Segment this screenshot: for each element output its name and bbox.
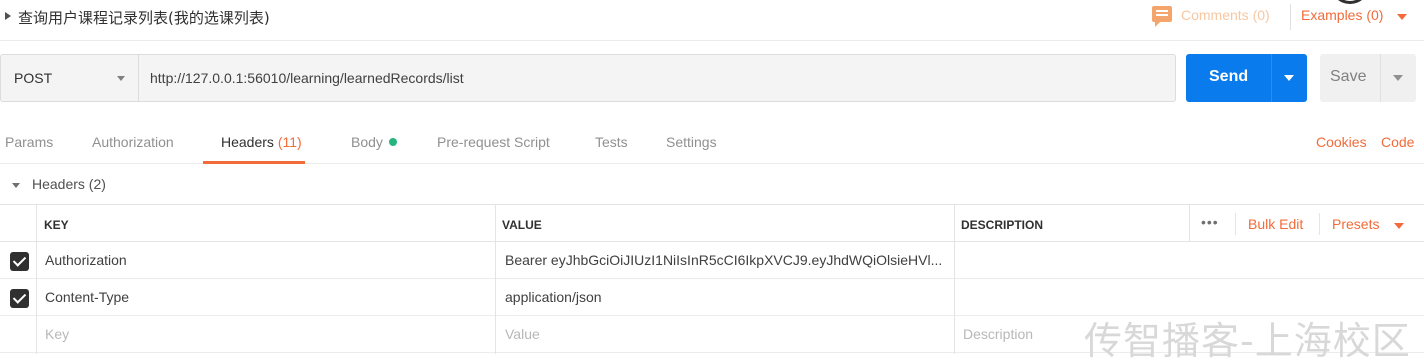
column-divider bbox=[495, 204, 496, 354]
tab-headers[interactable]: Headers (11) bbox=[221, 134, 302, 150]
description-input[interactable]: Description bbox=[963, 326, 1063, 342]
tab-pre-request-script[interactable]: Pre-request Script bbox=[437, 134, 550, 150]
table-header-row: KEY VALUE DESCRIPTION ••• Bulk Edit Pres… bbox=[0, 204, 1424, 242]
presets-dropdown[interactable]: Presets bbox=[1332, 216, 1379, 232]
comments-link[interactable]: Comments (0) bbox=[1181, 7, 1270, 23]
request-tabs: Params Authorization Headers (11) Body P… bbox=[0, 124, 1424, 164]
headers-section-title[interactable]: Headers (2) bbox=[32, 176, 106, 192]
column-divider bbox=[1189, 204, 1190, 242]
method-select[interactable]: POST bbox=[0, 54, 138, 102]
checkbox-checked-icon[interactable] bbox=[10, 289, 29, 308]
url-value: http://127.0.0.1:56010/learning/learnedR… bbox=[150, 70, 464, 86]
tab-body[interactable]: Body bbox=[351, 134, 397, 150]
bulk-edit-button[interactable]: Bulk Edit bbox=[1248, 216, 1303, 232]
url-input[interactable]: http://127.0.0.1:56010/learning/learnedR… bbox=[138, 54, 1176, 102]
divider bbox=[1380, 54, 1381, 102]
tab-authorization[interactable]: Authorization bbox=[92, 134, 174, 150]
request-name[interactable]: 查询用户课程记录列表(我的选课列表) bbox=[18, 7, 270, 28]
header-key-cell[interactable]: Content-Type bbox=[45, 289, 485, 305]
save-label: Save bbox=[1330, 68, 1367, 85]
divider bbox=[1319, 213, 1320, 235]
save-button[interactable]: Save bbox=[1320, 54, 1416, 102]
tab-params[interactable]: Params bbox=[5, 134, 53, 150]
value-input[interactable]: Value bbox=[505, 326, 950, 342]
tab-headers-count: (11) bbox=[277, 134, 302, 150]
tab-settings[interactable]: Settings bbox=[666, 134, 717, 150]
column-header-value: VALUE bbox=[502, 218, 542, 232]
chevron-down-icon bbox=[117, 76, 125, 81]
divider bbox=[1271, 54, 1272, 102]
header-value-cell[interactable]: application/json bbox=[505, 289, 950, 305]
send-button[interactable]: Send bbox=[1186, 54, 1307, 102]
header-value-cell[interactable]: Bearer eyJhbGciOiJIUzI1NiIsInR5cCI6IkpXV… bbox=[505, 252, 950, 268]
send-label: Send bbox=[1209, 68, 1249, 85]
divider bbox=[1235, 213, 1236, 235]
body-status-dot-icon bbox=[388, 138, 397, 146]
code-link[interactable]: Code bbox=[1381, 134, 1414, 150]
avatar[interactable] bbox=[1330, 0, 1370, 4]
divider bbox=[0, 40, 1424, 41]
tab-tests[interactable]: Tests bbox=[595, 134, 628, 150]
tab-body-label: Body bbox=[351, 134, 383, 150]
caret-right-icon[interactable] bbox=[5, 12, 11, 20]
method-label: POST bbox=[14, 70, 53, 86]
chevron-down-icon[interactable] bbox=[1397, 14, 1407, 20]
more-options-icon[interactable]: ••• bbox=[1201, 214, 1219, 230]
checkbox-checked-icon[interactable] bbox=[10, 252, 29, 271]
column-header-key: KEY bbox=[44, 218, 69, 232]
key-input[interactable]: Key bbox=[45, 326, 485, 342]
request-title-bar: 查询用户课程记录列表(我的选课列表) Comments (0) Examples… bbox=[0, 0, 1424, 38]
chevron-down-icon[interactable] bbox=[1393, 75, 1403, 81]
header-key-cell[interactable]: Authorization bbox=[45, 252, 485, 268]
watermark: 传智播客-上海校区 bbox=[1084, 319, 1411, 363]
column-divider bbox=[36, 204, 37, 354]
chevron-down-icon[interactable] bbox=[1284, 75, 1294, 81]
column-divider bbox=[954, 204, 955, 354]
chevron-down-icon[interactable] bbox=[12, 183, 20, 188]
cookies-link[interactable]: Cookies bbox=[1316, 134, 1367, 150]
examples-dropdown[interactable]: Examples (0) bbox=[1301, 7, 1383, 23]
table-row: Authorization Bearer eyJhbGciOiJIUzI1NiI… bbox=[0, 242, 1424, 279]
divider bbox=[1290, 4, 1291, 30]
active-tab-indicator bbox=[203, 161, 305, 164]
chevron-down-icon[interactable] bbox=[1394, 223, 1404, 229]
column-header-description: DESCRIPTION bbox=[961, 218, 1044, 232]
tab-headers-label: Headers bbox=[221, 134, 274, 150]
comments-icon[interactable] bbox=[1152, 6, 1172, 27]
